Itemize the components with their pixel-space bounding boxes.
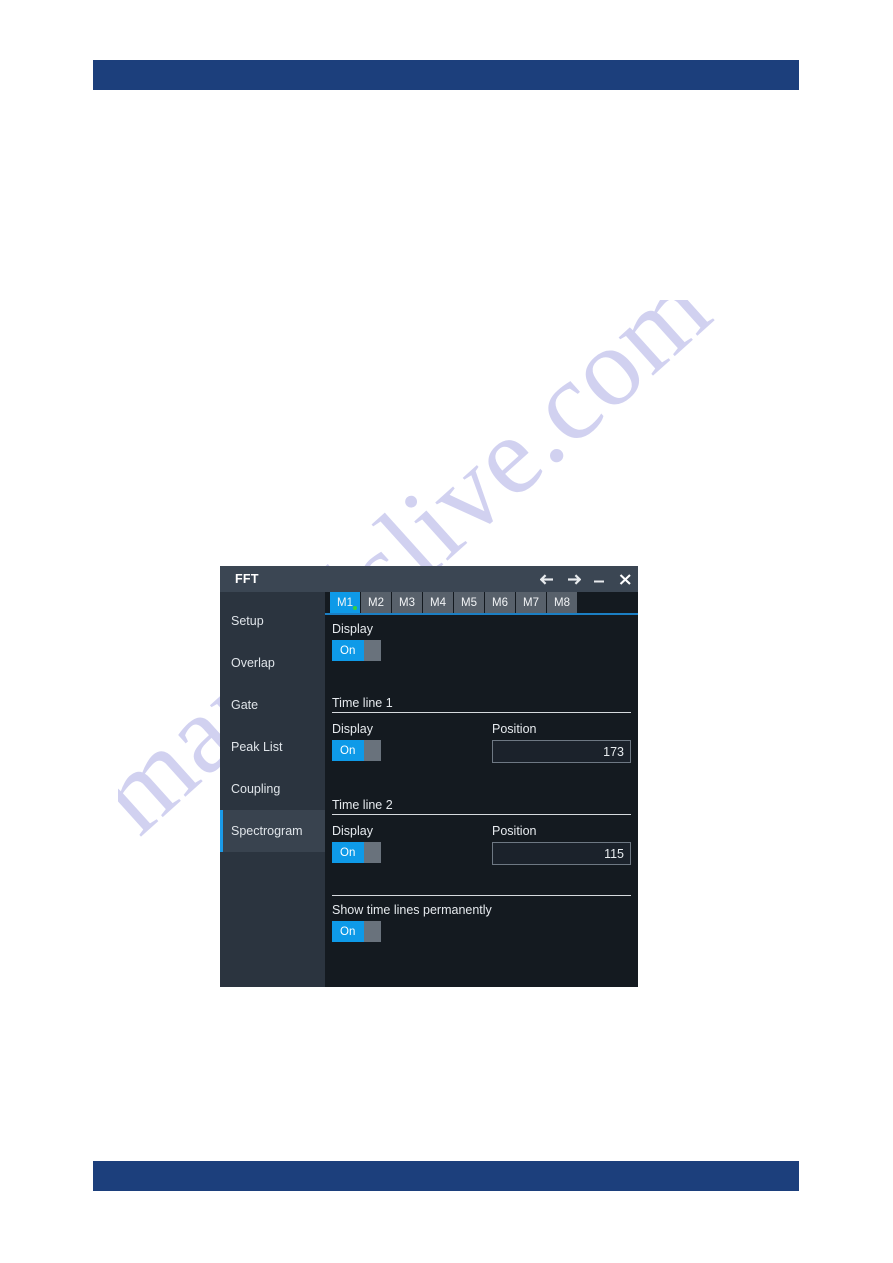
time-line-1-position-input[interactable]: 173 — [492, 740, 631, 763]
time-line-2-position-label: Position — [492, 824, 537, 838]
show-time-lines-permanently-toggle[interactable]: On — [332, 921, 381, 942]
tab-label: M5 — [461, 596, 477, 609]
dialog-title: FFT — [235, 572, 259, 586]
spectrogram-display-toggle[interactable]: On — [332, 640, 381, 661]
sidebar-item-gate[interactable]: Gate — [220, 684, 325, 726]
tab-label: M3 — [399, 596, 415, 609]
tab-label: M8 — [554, 596, 570, 609]
time-line-1-position-field: Position 173 — [492, 715, 631, 763]
input-value: 173 — [603, 744, 624, 759]
toggle-thumb — [364, 740, 381, 761]
tab-active-indicator-icon — [353, 606, 357, 610]
dialog-titlebar: FFT — [220, 566, 638, 592]
sidebar-item-label: Setup — [231, 614, 264, 628]
sidebar-item-label: Spectrogram — [231, 824, 303, 838]
sidebar-item-label: Overlap — [231, 656, 275, 670]
sidebar-item-label: Coupling — [231, 782, 281, 796]
toggle-thumb — [364, 640, 381, 661]
fft-dialog: FFT Setup Overlap Gate Peak List Couplin… — [220, 566, 638, 987]
time-line-1-row: Display On Position 173 — [332, 715, 631, 763]
toggle-state-label: On — [340, 644, 356, 657]
toggle-state-label: On — [340, 744, 356, 757]
time-line-1-display-field: Display On — [332, 715, 492, 763]
sidebar-item-coupling[interactable]: Coupling — [220, 768, 325, 810]
input-value: 115 — [604, 846, 624, 861]
tab-m3[interactable]: M3 — [392, 592, 422, 613]
time-line-1-position-label: Position — [492, 722, 537, 736]
minimize-icon[interactable] — [586, 567, 612, 591]
tab-label: M2 — [368, 596, 384, 609]
close-icon[interactable] — [612, 567, 638, 591]
tab-label: M1 — [337, 596, 353, 609]
forward-arrow-icon[interactable] — [560, 567, 586, 591]
tab-m7[interactable]: M7 — [516, 592, 546, 613]
memory-tabstrip: M1 M2 M3 M4 M5 M6 M7 M8 — [325, 592, 638, 615]
tab-m8[interactable]: M8 — [547, 592, 577, 613]
show-time-lines-permanently-field: Show time lines permanently On — [332, 896, 631, 942]
time-line-1-section-title: Time line 1 — [332, 687, 631, 713]
tab-m6[interactable]: M6 — [485, 592, 515, 613]
toggle-thumb — [364, 921, 381, 942]
sidebar-item-peak-list[interactable]: Peak List — [220, 726, 325, 768]
time-line-2-position-input[interactable]: 115 — [492, 842, 631, 865]
time-line-2-display-label: Display — [332, 824, 373, 838]
toggle-state-label: On — [340, 846, 356, 859]
tab-m1[interactable]: M1 — [330, 592, 360, 613]
time-line-2-row: Display On Position 115 — [332, 817, 631, 865]
time-line-2-position-field: Position 115 — [492, 817, 631, 865]
spectrogram-display-field: Display On — [332, 615, 631, 661]
sidebar-item-label: Gate — [231, 698, 259, 712]
sidebar-item-setup[interactable]: Setup — [220, 600, 325, 642]
dialog-sidebar: Setup Overlap Gate Peak List Coupling Sp… — [220, 592, 325, 987]
tab-label: M6 — [492, 596, 508, 609]
back-arrow-icon[interactable] — [534, 567, 560, 591]
tab-m2[interactable]: M2 — [361, 592, 391, 613]
time-line-2-section-title: Time line 2 — [332, 789, 631, 815]
tab-m4[interactable]: M4 — [423, 592, 453, 613]
time-line-2-display-field: Display On — [332, 817, 492, 865]
dialog-body: Setup Overlap Gate Peak List Coupling Sp… — [220, 592, 638, 987]
time-line-1-display-toggle[interactable]: On — [332, 740, 381, 761]
tab-m5[interactable]: M5 — [454, 592, 484, 613]
dialog-content: M1 M2 M3 M4 M5 M6 M7 M8 Display On Time … — [325, 592, 638, 987]
page-header-bar — [93, 60, 799, 90]
time-line-2-display-toggle[interactable]: On — [332, 842, 381, 863]
sidebar-item-spectrogram[interactable]: Spectrogram — [220, 810, 325, 852]
show-time-lines-permanently-label: Show time lines permanently — [332, 903, 492, 917]
spectrogram-panel: Display On Time line 1 Display On Positi… — [325, 615, 638, 987]
toggle-thumb — [364, 842, 381, 863]
toggle-state-label: On — [340, 925, 356, 938]
tab-label: M7 — [523, 596, 539, 609]
sidebar-item-overlap[interactable]: Overlap — [220, 642, 325, 684]
page-footer-bar — [93, 1161, 799, 1191]
tab-label: M4 — [430, 596, 446, 609]
time-line-1-display-label: Display — [332, 722, 373, 736]
spectrogram-display-label: Display — [332, 622, 373, 636]
sidebar-item-label: Peak List — [231, 740, 283, 754]
